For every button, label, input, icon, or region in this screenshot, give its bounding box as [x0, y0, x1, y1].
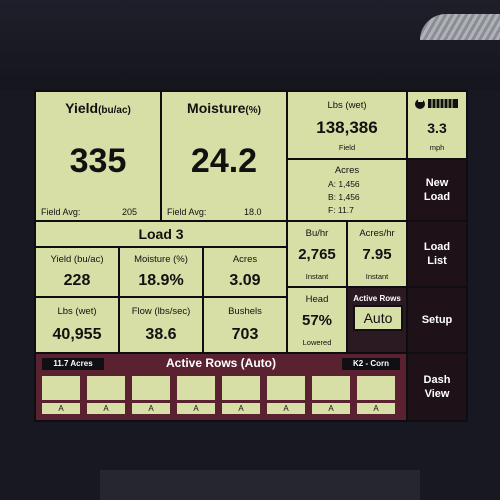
row-label-7: A: [312, 403, 350, 414]
load-lbs-cell: Lbs (wet) 40,955: [36, 298, 118, 352]
lbs-wet-label: Lbs (wet): [327, 100, 367, 111]
speed-unit: mph: [429, 143, 445, 152]
load-bushels-value: 703: [231, 326, 259, 343]
row-toggle-8[interactable]: [357, 376, 395, 400]
load-flow-value: 38.6: [145, 326, 177, 343]
row-label-3: A: [132, 403, 170, 414]
speed-panel: 3.3 mph: [408, 92, 466, 158]
acres-f: F: 11.7: [328, 205, 354, 215]
load-moisture-value: 18.9%: [138, 272, 184, 289]
bu-hr-label: Bu/hr: [305, 228, 329, 239]
acres-hr-label: Acres/hr: [359, 228, 395, 239]
row-toggle-4[interactable]: [177, 376, 215, 400]
auto-button[interactable]: Auto: [353, 305, 403, 331]
yield-title: Yield: [65, 100, 99, 116]
head-value: 57%: [301, 312, 333, 329]
bu-hr-sub: Instant: [305, 272, 329, 281]
load-moisture-cell: Moisture (%) 18.9%: [120, 248, 202, 296]
monitor-stand: [100, 470, 420, 500]
active-rows-panel: Active Rows Auto: [348, 288, 406, 352]
yield-panel: Yield(bu/ac) 335 Field Avg: 205: [36, 92, 160, 220]
row-toggle-5[interactable]: [222, 376, 260, 400]
load-yield-label: Yield (bu/ac): [50, 254, 104, 265]
load-acres-label: Acres: [232, 254, 258, 265]
moisture-value: 24.2: [190, 142, 258, 180]
bu-hr-panel: Bu/hr 2,765 Instant: [288, 222, 346, 286]
row-label-5: A: [222, 403, 260, 414]
lbs-wet-panel: Lbs (wet) 138,386 Field: [288, 92, 406, 158]
active-rows-label: Active Rows: [353, 294, 401, 303]
load-bushels-cell: Bushels 703: [204, 298, 286, 352]
yield-value: 335: [69, 142, 127, 180]
row-label-2: A: [87, 403, 125, 414]
monitor-bezel: [0, 0, 500, 90]
acres-hr-panel: Acres/hr 7.95 Instant: [348, 222, 406, 286]
moisture-avg-label: Field Avg:: [167, 207, 207, 217]
row-label-8: A: [357, 403, 395, 414]
acres-a: A: 1,456: [328, 179, 360, 189]
setup-button[interactable]: Setup: [408, 288, 466, 352]
acres-b: B: 1,456: [328, 192, 360, 202]
bu-hr-value: 2,765: [298, 246, 336, 263]
load-lbs-label: Lbs (wet): [57, 306, 97, 317]
acres-panel: Acres A: 1,456 B: 1,456 F: 11.7: [288, 160, 406, 220]
load-title: Load 3: [138, 226, 184, 242]
load-flow-cell: Flow (lbs/sec) 38.6: [120, 298, 202, 352]
load-flow-label: Flow (lbs/sec): [131, 306, 191, 317]
moisture-unit: (%): [245, 105, 261, 116]
load-title-bar: Load 3: [36, 222, 286, 246]
acres-hr-value: 7.95: [362, 246, 392, 263]
moisture-title: Moisture: [187, 100, 246, 116]
new-load-button[interactable]: New Load: [408, 160, 466, 220]
active-rows-bar: 11.7 Acres Active Rows (Auto) K2 - Corn …: [36, 354, 406, 420]
yield-unit: (bu/ac): [98, 105, 131, 116]
rows-crop-badge: K2 - Corn: [342, 358, 400, 370]
row-label-6: A: [267, 403, 305, 414]
combine-icon: [415, 98, 458, 109]
head-label: Head: [305, 294, 329, 305]
load-acres-cell: Acres 3.09: [204, 248, 286, 296]
lbs-wet-value: 138,386: [316, 118, 378, 137]
head-panel: Head 57% Lowered: [288, 288, 346, 352]
background-object: [420, 14, 500, 40]
load-lbs-value: 40,955: [52, 326, 102, 343]
moisture-avg-value: 18.0: [244, 207, 262, 217]
rows-title: Active Rows (Auto): [165, 356, 276, 370]
dash-view-button[interactable]: Dash View: [408, 354, 466, 420]
moisture-panel: Moisture(%) 24.2 Field Avg: 18.0: [162, 92, 286, 220]
load-acres-value: 3.09: [229, 272, 261, 289]
row-label-4: A: [177, 403, 215, 414]
acres-label: Acres: [334, 165, 360, 176]
row-toggle-1[interactable]: [42, 376, 80, 400]
lbs-wet-sub: Field: [338, 143, 356, 152]
row-toggle-3[interactable]: [132, 376, 170, 400]
acres-hr-sub: Instant: [365, 272, 389, 281]
row-toggle-7[interactable]: [312, 376, 350, 400]
rows-acres-badge: 11.7 Acres: [42, 358, 104, 370]
load-bushels-label: Bushels: [228, 306, 262, 317]
speed-value: 3.3: [427, 120, 447, 136]
row-toggle-2[interactable]: [87, 376, 125, 400]
row-toggle-6[interactable]: [267, 376, 305, 400]
load-yield-cell: Yield (bu/ac) 228: [36, 248, 118, 296]
load-moisture-label: Moisture (%): [134, 254, 188, 265]
display-screen: Yield(bu/ac) 335 Field Avg: 205 Moisture…: [34, 90, 468, 422]
yield-avg-value: 205: [122, 207, 138, 217]
head-sub: Lowered: [302, 338, 332, 347]
row-label-1: A: [42, 403, 80, 414]
load-list-button[interactable]: Load List: [408, 222, 466, 286]
yield-avg-label: Field Avg:: [41, 207, 81, 217]
load-yield-value: 228: [63, 272, 91, 289]
